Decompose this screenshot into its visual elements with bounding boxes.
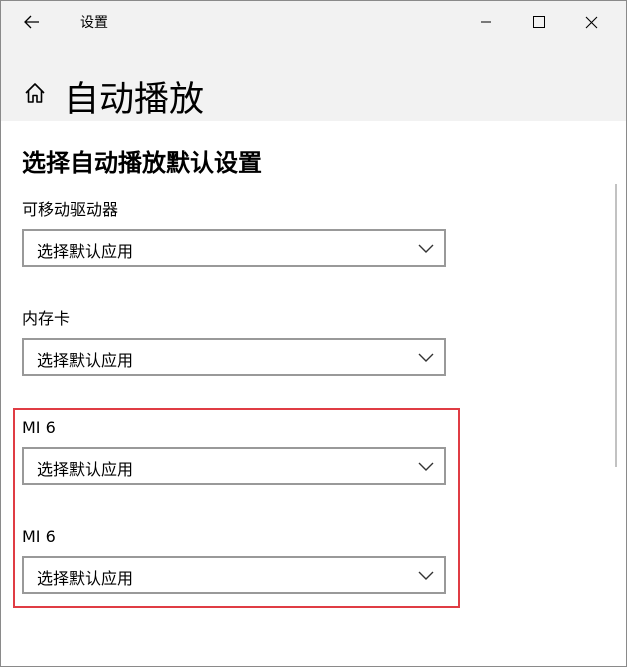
back-arrow-icon [24, 15, 39, 29]
group-label: 可移动驱动器 [22, 200, 119, 219]
close-icon [585, 16, 597, 28]
home-icon[interactable] [23, 81, 47, 105]
autoplay-group-memory-card: 内存卡 选择默认应用 [22, 306, 447, 376]
close-button[interactable] [568, 1, 614, 43]
page-title: 自动播放 [64, 80, 205, 120]
chevron-down-icon [418, 353, 434, 362]
back-button[interactable] [1, 1, 63, 43]
group-label: 内存卡 [22, 309, 71, 328]
minimize-button[interactable] [463, 1, 509, 43]
section-heading: 选择自动播放默认设置 [22, 149, 262, 177]
page-header: 自动播放 [1, 43, 626, 121]
highlight-annotation-box [13, 408, 460, 608]
autoplay-default-dropdown[interactable]: 选择默认应用 [22, 229, 446, 267]
minimize-icon [481, 21, 491, 23]
autoplay-group-removable-drive: 可移动驱动器 选择默认应用 [22, 197, 447, 267]
window-title: 设置 [80, 15, 108, 31]
content-area: 选择自动播放默认设置 可移动驱动器 选择默认应用 内存卡 选择默认应用 MI 6 [1, 121, 626, 666]
dropdown-value: 选择默认应用 [37, 242, 134, 261]
maximize-button[interactable] [516, 1, 562, 43]
maximize-icon [533, 16, 545, 28]
settings-window: 设置 自动播放 选择自动播放默认设置 可移动驱动器 选择默认应用 内存卡 选择默… [0, 0, 627, 667]
autoplay-default-dropdown[interactable]: 选择默认应用 [22, 338, 446, 376]
title-bar: 设置 [1, 1, 626, 43]
chevron-down-icon [418, 244, 434, 253]
dropdown-value: 选择默认应用 [37, 351, 134, 370]
scrollbar[interactable] [615, 184, 617, 467]
